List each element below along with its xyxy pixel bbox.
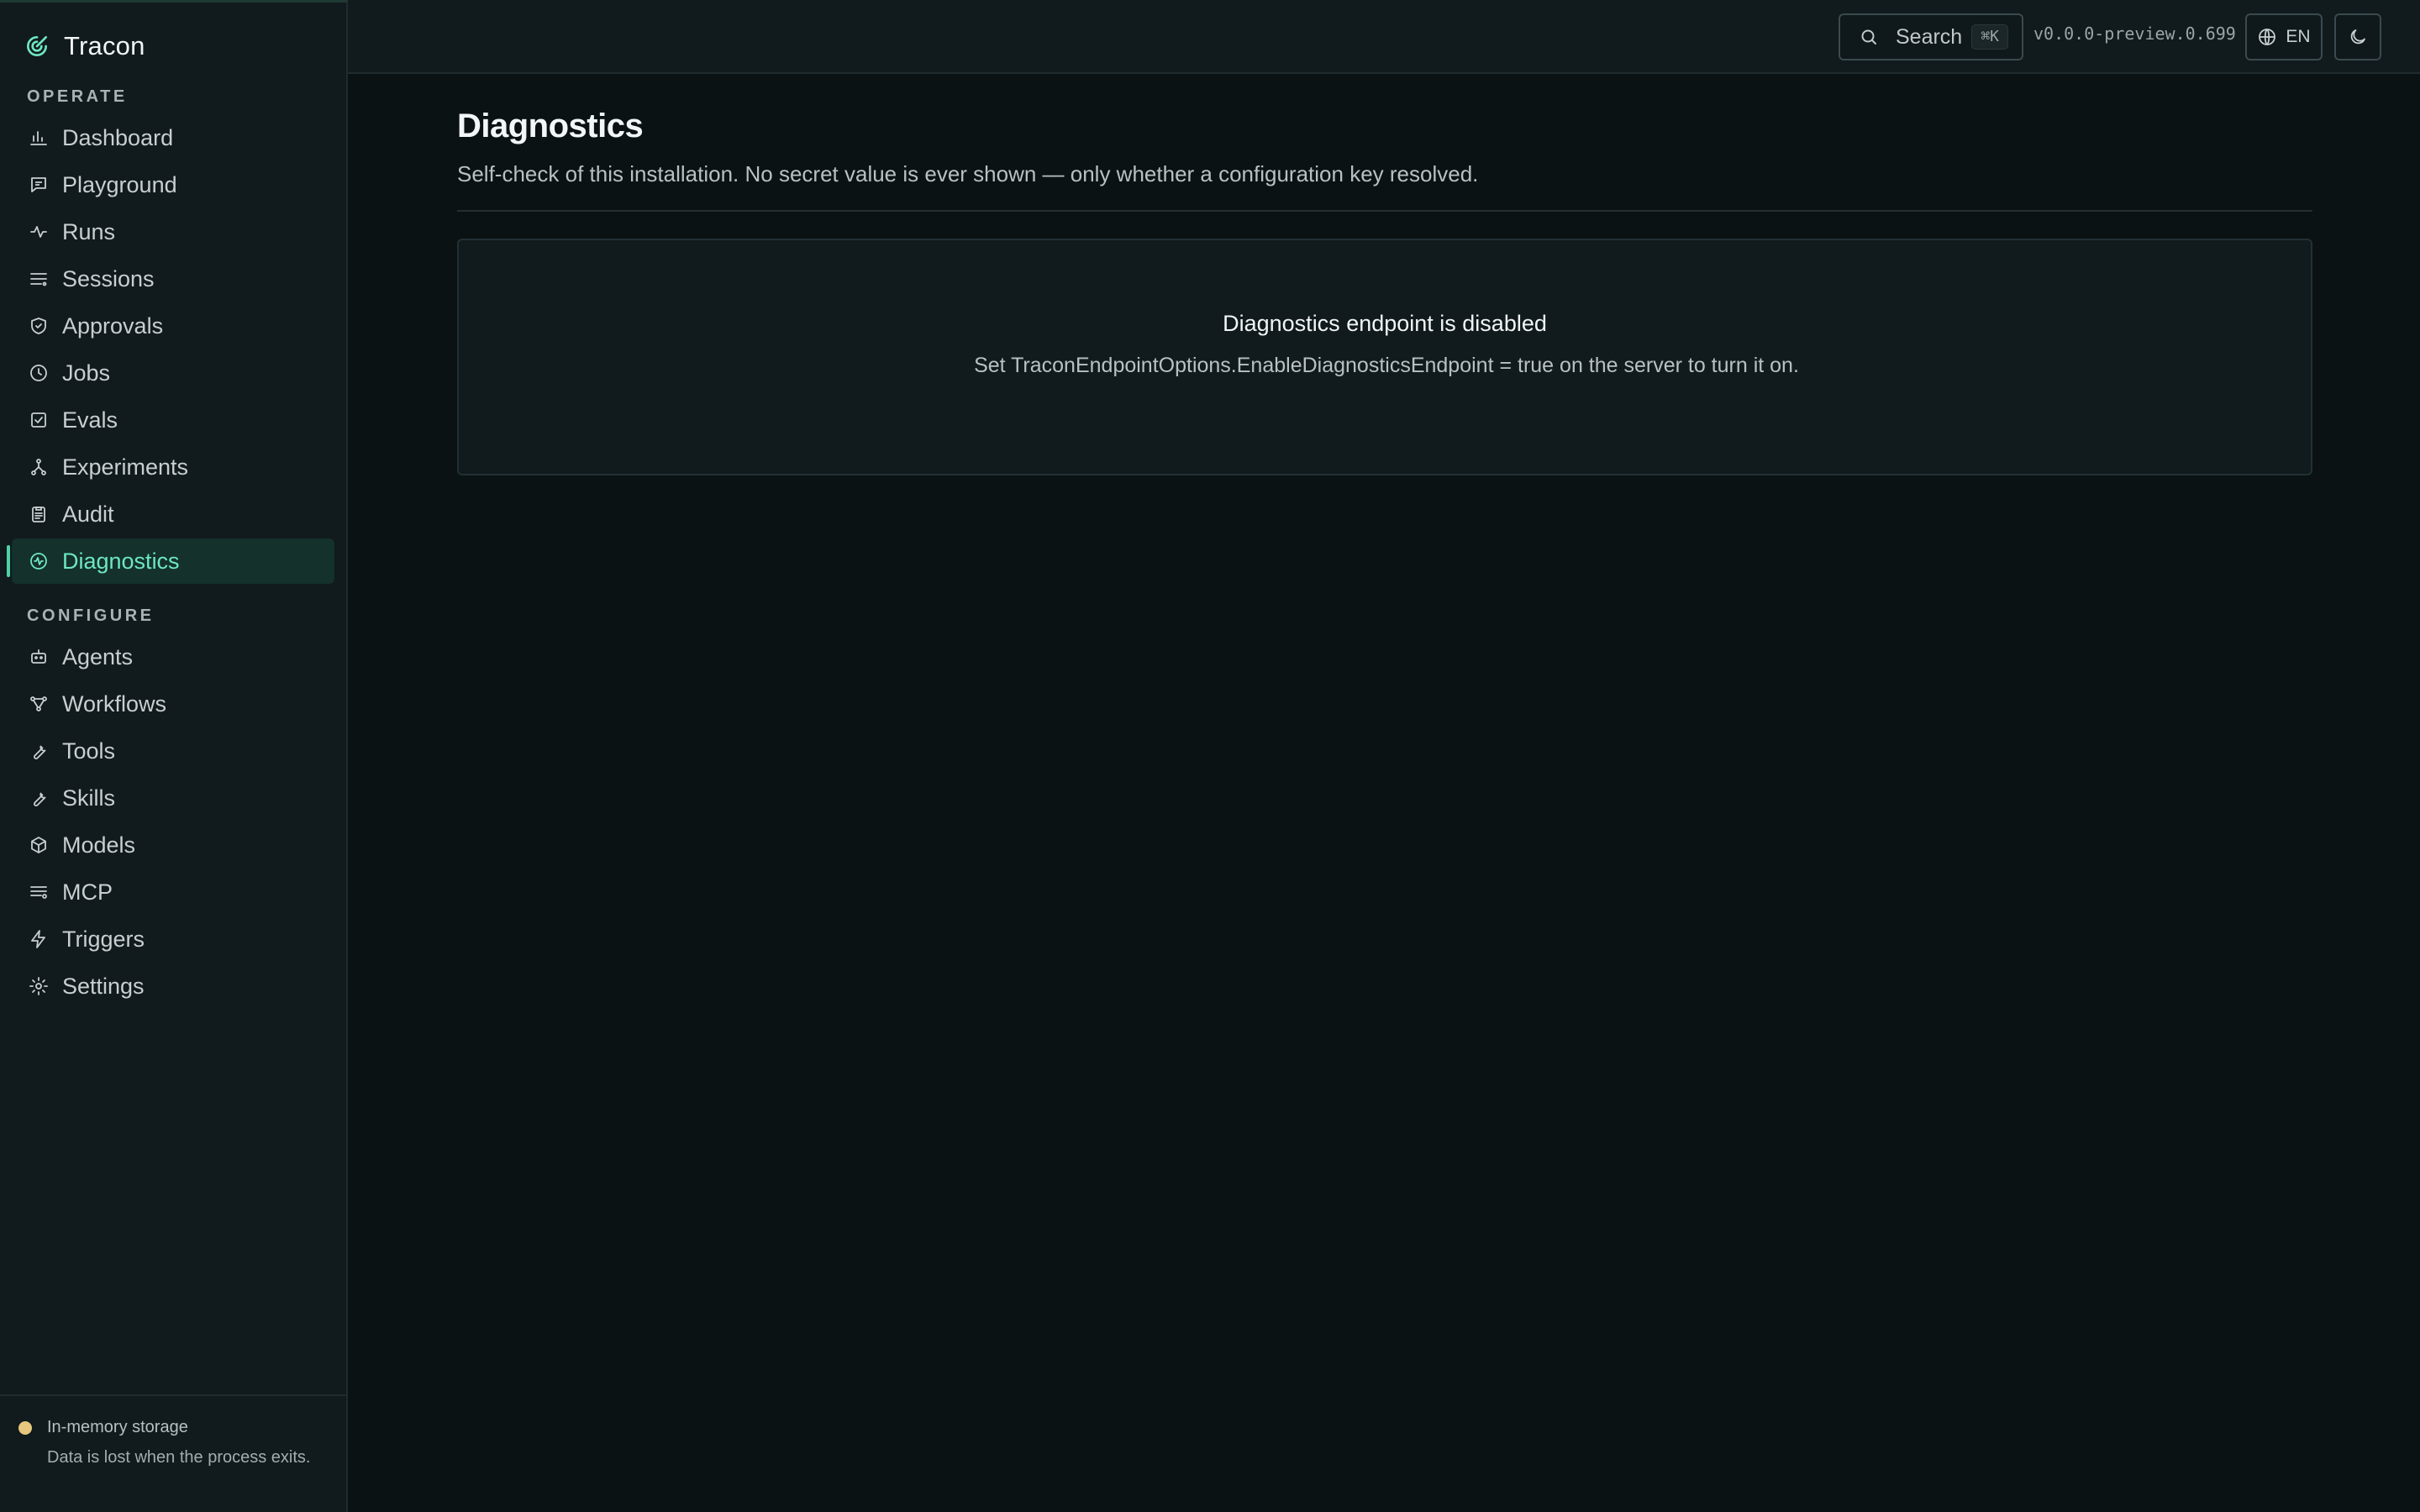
sidebar-item-agents[interactable]: Agents bbox=[12, 634, 334, 680]
sidebar-item-models[interactable]: Models bbox=[12, 822, 334, 868]
sidebar-item-label: Tools bbox=[62, 738, 116, 764]
sidebar-item-settings[interactable]: Settings bbox=[12, 963, 334, 1009]
sidebar-item-label: Runs bbox=[62, 218, 116, 244]
sidebar-item-tools[interactable]: Tools bbox=[12, 728, 334, 774]
sidebar-item-diagnostics[interactable]: Diagnostics bbox=[7, 538, 334, 584]
server-list-icon bbox=[30, 886, 47, 899]
sidebar-item-label: Dashboard bbox=[62, 124, 174, 150]
sidebar-item-label: Models bbox=[62, 832, 136, 858]
workflow-icon bbox=[30, 696, 47, 711]
sidebar-item-runs[interactable]: Runs bbox=[12, 209, 334, 255]
sidebar-item-skills[interactable]: Skills bbox=[12, 775, 334, 821]
cube-icon bbox=[31, 837, 46, 853]
brand[interactable]: Tracon bbox=[24, 28, 145, 65]
storage-title: In-memory storage bbox=[47, 1418, 188, 1436]
language-button[interactable]: EN bbox=[2245, 13, 2323, 60]
activity-icon bbox=[30, 226, 47, 238]
sidebar-item-label: MCP bbox=[62, 879, 113, 905]
clipboard-icon bbox=[32, 507, 45, 522]
divider bbox=[457, 210, 2312, 212]
sidebar-item-label: Playground bbox=[62, 171, 177, 197]
gear-icon bbox=[29, 977, 48, 995]
sidebar-item-label: Sessions bbox=[62, 265, 155, 291]
sidebar-item-label: Diagnostics bbox=[62, 548, 180, 574]
sidebar-item-label: Experiments bbox=[62, 454, 189, 480]
sidebar-item-dashboard[interactable]: Dashboard bbox=[12, 115, 334, 160]
bot-icon bbox=[31, 649, 46, 664]
section-label-operate: OPERATE bbox=[27, 87, 128, 106]
branch-icon bbox=[31, 459, 46, 475]
empty-state-title: Diagnostics endpoint is disabled bbox=[1223, 311, 1547, 336]
sidebar-item-label: Approvals bbox=[62, 312, 164, 339]
diagnostics-icon bbox=[30, 553, 47, 570]
wrench-icon bbox=[34, 745, 46, 759]
clock-icon bbox=[30, 365, 47, 381]
sidebar-item-sessions[interactable]: Sessions bbox=[12, 256, 334, 302]
bar-chart-icon bbox=[30, 131, 47, 145]
sidebar-item-approvals[interactable]: Approvals bbox=[12, 303, 334, 349]
sidebar-item-label: Settings bbox=[62, 973, 145, 999]
page-subtitle: Self-check of this installation. No secr… bbox=[457, 161, 1479, 186]
sidebar-item-label: Audit bbox=[62, 501, 114, 527]
wrench-icon bbox=[34, 792, 46, 806]
moon-icon bbox=[2350, 29, 2365, 45]
sidebar-item-label: Evals bbox=[62, 407, 118, 433]
sidebar-item-experiments[interactable]: Experiments bbox=[12, 444, 334, 490]
checkbox-icon bbox=[31, 412, 46, 428]
sidebar-item-label: Triggers bbox=[62, 926, 145, 952]
sidebar-item-jobs[interactable]: Jobs bbox=[12, 350, 334, 396]
app-name: Tracon bbox=[64, 31, 145, 60]
sidebar: Tracon OPERATE Dashboard Playground Runs… bbox=[0, 0, 348, 1512]
sidebar-item-workflows[interactable]: Workflows bbox=[12, 681, 334, 727]
sidebar-item-label: Jobs bbox=[62, 360, 111, 386]
chat-icon bbox=[31, 177, 46, 192]
sidebar-item-audit[interactable]: Audit bbox=[12, 491, 334, 537]
section-label-configure: CONFIGURE bbox=[27, 606, 155, 625]
topbar: Search ⌘K v0.0.0-preview.0.699 EN bbox=[348, 0, 2420, 74]
search-shortcut: ⌘K bbox=[1971, 24, 2008, 50]
sidebar-item-playground[interactable]: Playground bbox=[12, 162, 334, 207]
logo-icon bbox=[27, 36, 47, 56]
sidebar-item-triggers[interactable]: Triggers bbox=[12, 916, 334, 962]
list-icon bbox=[30, 273, 47, 286]
sidebar-item-evals[interactable]: Evals bbox=[12, 397, 334, 443]
search-button[interactable]: Search ⌘K bbox=[1839, 13, 2023, 60]
search-label: Search bbox=[1896, 24, 1963, 49]
storage-description: Data is lost when the process exits. bbox=[47, 1448, 311, 1467]
status-dot bbox=[18, 1421, 32, 1435]
sidebar-item-label: Workflows bbox=[62, 690, 167, 717]
shield-check-icon bbox=[31, 318, 46, 334]
empty-state-description: Set TraconEndpointOptions.EnableDiagnost… bbox=[974, 354, 1799, 377]
storage-notice: In-memory storage Data is lost when the … bbox=[0, 1394, 346, 1512]
language-label: EN bbox=[2286, 27, 2311, 46]
sidebar-item-label: Skills bbox=[62, 785, 116, 811]
search-icon bbox=[1861, 29, 1876, 45]
globe-icon bbox=[2259, 29, 2276, 45]
version-label: v0.0.0-preview.0.699 bbox=[2033, 24, 2236, 44]
empty-state-card: Diagnostics endpoint is disabled Set Tra… bbox=[457, 239, 2312, 475]
sidebar-item-label: Agents bbox=[62, 643, 134, 669]
page-title: Diagnostics bbox=[457, 108, 644, 144]
theme-toggle-button[interactable] bbox=[2334, 13, 2381, 60]
sidebar-item-mcp[interactable]: MCP bbox=[12, 869, 334, 915]
zap-icon bbox=[31, 930, 45, 948]
